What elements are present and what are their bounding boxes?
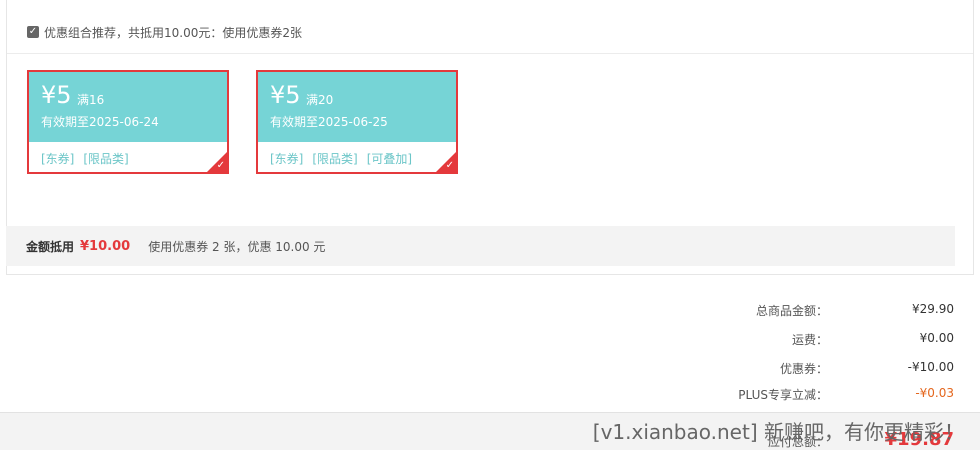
discount-description: 使用优惠券 2 张，优惠 10.00 元 (148, 239, 326, 254)
summary-value: -¥0.03 (915, 386, 954, 400)
checkmark-icon: ✓ (445, 160, 454, 171)
checkbox-checked-icon[interactable]: ✓ (27, 26, 39, 38)
coupon-card[interactable]: ¥5 满16 有效期至2025-06-24 [东券] [限品类] ✓ (27, 70, 229, 174)
coupon-header: ¥5 满20 有效期至2025-06-25 (258, 72, 456, 142)
divider (7, 53, 973, 54)
summary-value: ¥0.00 (919, 331, 954, 345)
discount-label: 金额抵用 (26, 239, 75, 254)
coupon-tags: [东券] [限品类] (41, 150, 129, 167)
coupon-tags: [东券] [限品类] [可叠加] (270, 150, 412, 167)
coupon-tag: [限品类] (83, 152, 129, 166)
summary-label: 运费： (791, 333, 828, 347)
coupon-header: ¥5 满16 有效期至2025-06-24 (29, 72, 227, 142)
summary-label: PLUS专享立减： (738, 388, 828, 402)
coupon-tag: [东券] (270, 152, 304, 166)
combo-recommendation[interactable]: ✓ 优惠组合推荐，共抵用10.00元：使用优惠券2张 (27, 22, 302, 42)
coupon-condition: 满20 (306, 93, 334, 107)
coupon-condition: 满16 (77, 93, 105, 107)
coupon-card[interactable]: ¥5 满20 有效期至2025-06-25 [东券] [限品类] [可叠加] ✓ (256, 70, 458, 174)
summary-row-coupon: 优惠券： -¥10.00 (0, 360, 980, 380)
summary-label: 优惠券： (779, 362, 828, 376)
coupon-tag: [东券] (41, 152, 75, 166)
summary-label: 总商品金额： (755, 304, 828, 318)
watermark-text: [v1.xianbao.net] 新赚吧，有你更精彩！ (592, 420, 964, 444)
checkmark-icon: ✓ (216, 160, 225, 171)
coupon-validity: 有效期至2025-06-24 (41, 115, 159, 129)
coupon-amount: ¥5 (41, 81, 72, 109)
discount-summary-bar: 金额抵用 ¥10.00 使用优惠券 2 张，优惠 10.00 元 (6, 226, 955, 266)
summary-row-shipping: 运费： ¥0.00 (0, 331, 980, 351)
coupon-tag: [可叠加] (366, 152, 413, 166)
coupon-tag: [限品类] (312, 152, 358, 166)
summary-row-goods-total: 总商品金额： ¥29.90 (0, 302, 980, 322)
discount-amount: ¥10.00 (80, 238, 131, 254)
summary-value: -¥10.00 (907, 360, 954, 374)
combo-text: 优惠组合推荐，共抵用10.00元：使用优惠券2张 (44, 25, 302, 40)
summary-value: ¥29.90 (912, 302, 954, 316)
coupon-validity: 有效期至2025-06-25 (270, 115, 388, 129)
coupon-amount: ¥5 (270, 81, 301, 109)
summary-row-plus-discount: PLUS专享立减： -¥0.03 (0, 386, 980, 406)
